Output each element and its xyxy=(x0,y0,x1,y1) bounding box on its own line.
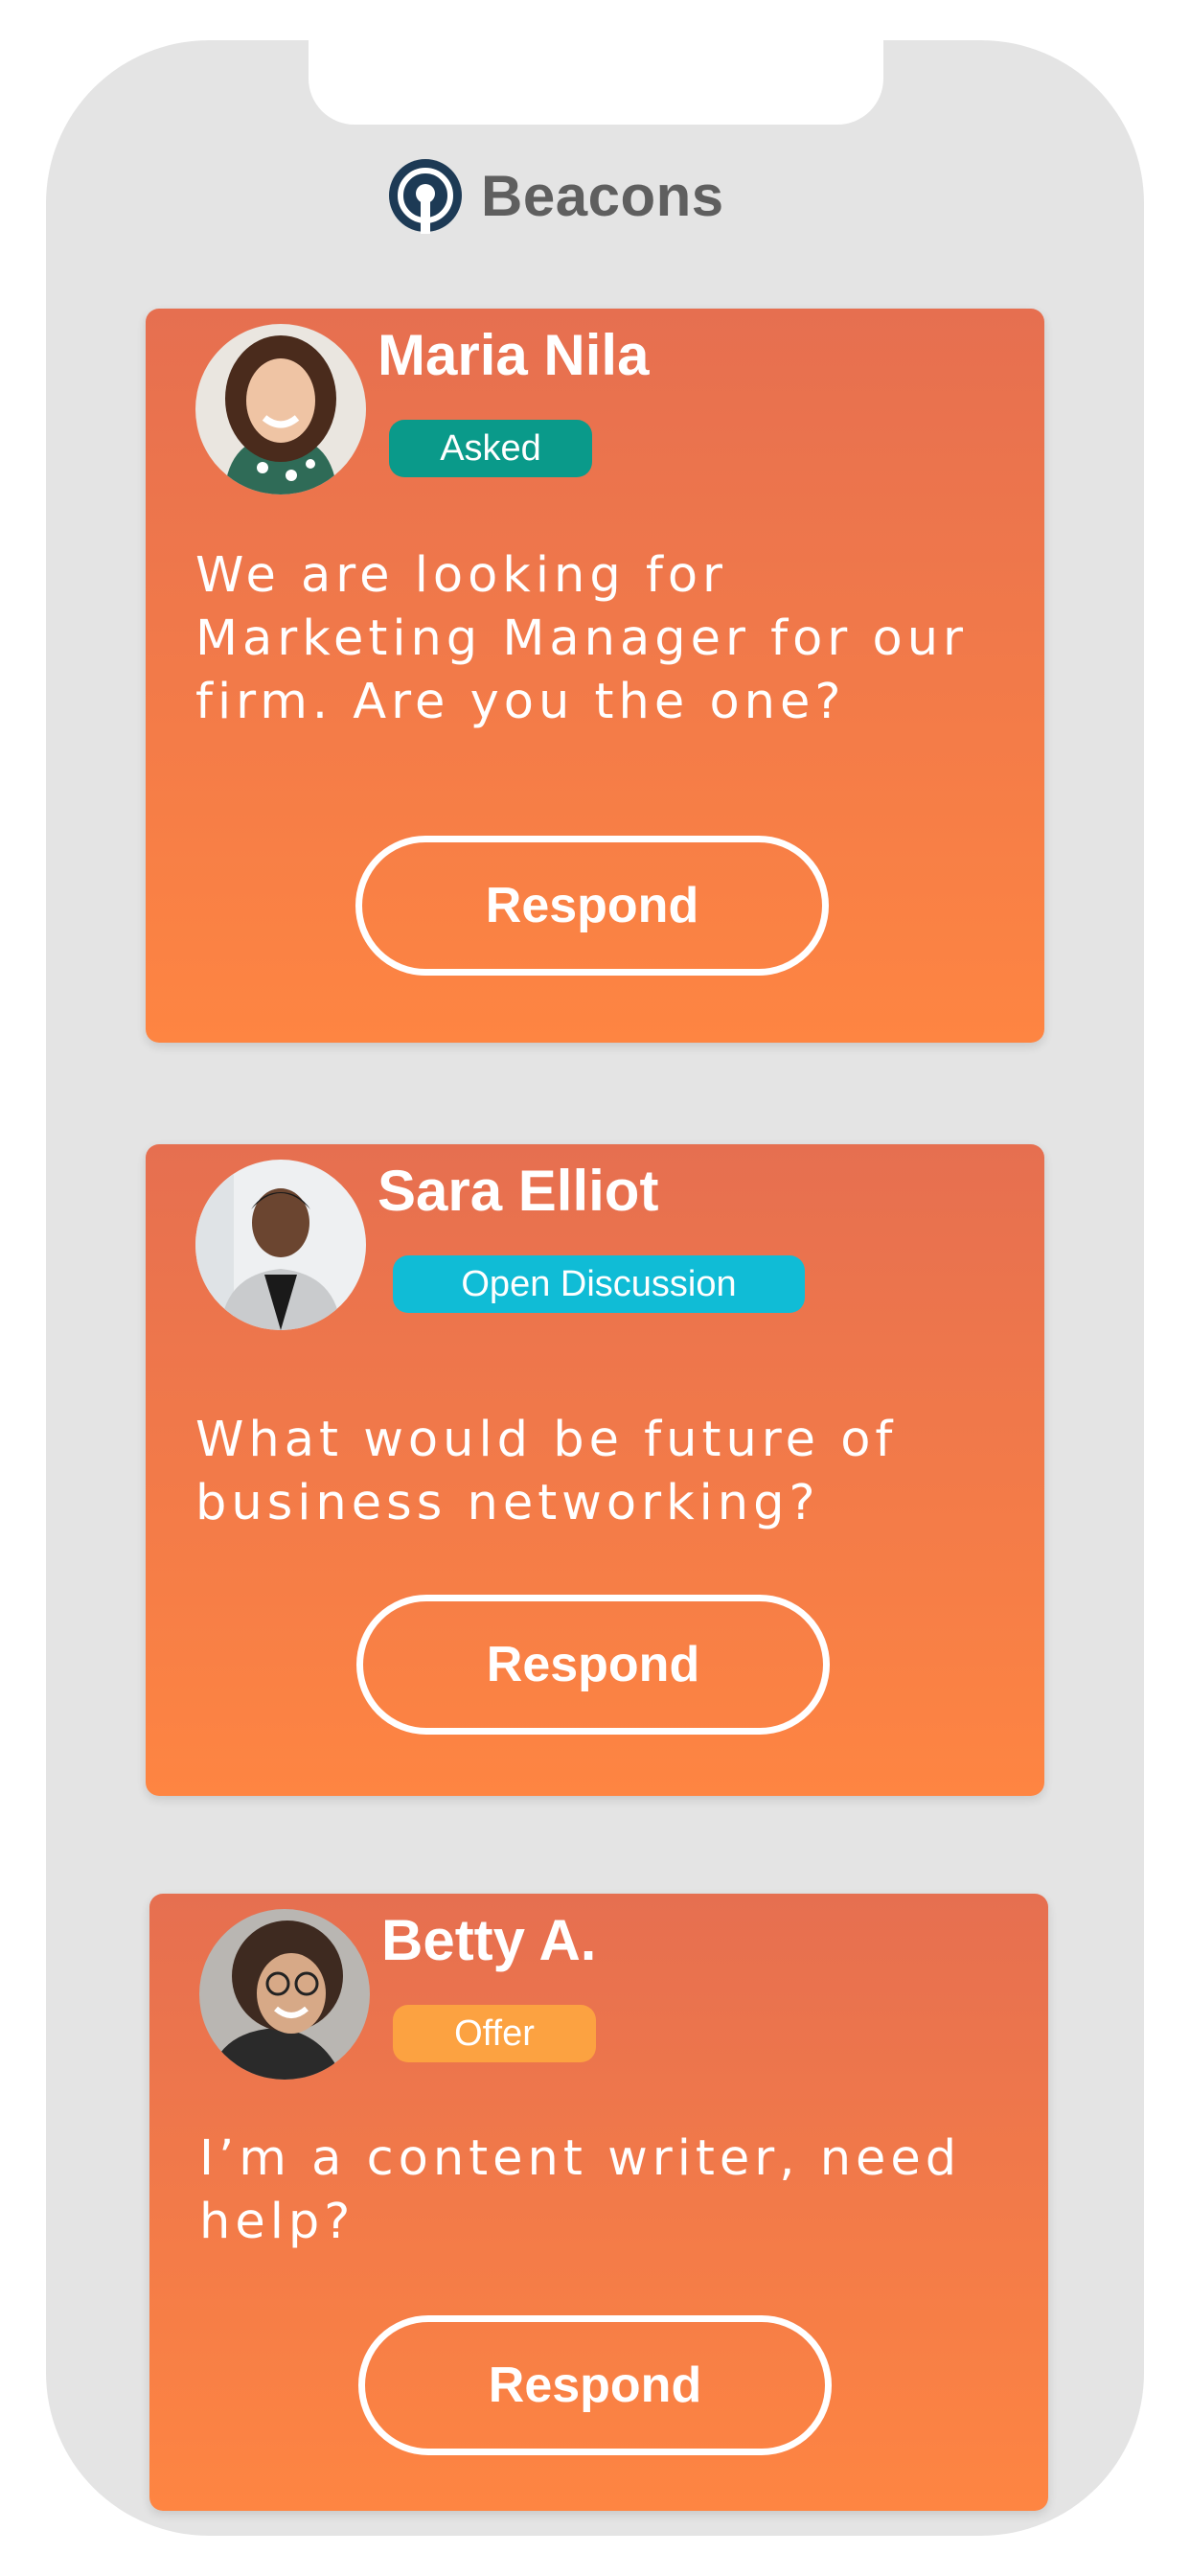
card-message: What would be future of business network… xyxy=(195,1412,898,1531)
status-badge: Asked xyxy=(389,420,592,477)
card-author-name: Betty A. xyxy=(381,1908,597,1972)
avatar xyxy=(195,324,366,494)
beacon-card: Sara Elliot Open Discussion What would b… xyxy=(146,1144,1044,1796)
card-author-name: Maria Nila xyxy=(378,323,650,387)
respond-button[interactable]: Respond xyxy=(358,2315,832,2455)
avatar xyxy=(195,1160,366,1330)
beacon-card: Betty A. Offer I’m a content writer, nee… xyxy=(149,1894,1048,2511)
beacon-card: Maria Nila Asked We are looking for Mark… xyxy=(146,309,1044,1043)
status-badge: Offer xyxy=(393,2005,596,2062)
beacon-logo-icon xyxy=(387,157,464,234)
respond-button[interactable]: Respond xyxy=(355,836,829,976)
phone-notch xyxy=(309,40,883,125)
respond-button[interactable]: Respond xyxy=(356,1595,830,1735)
status-badge: Open Discussion xyxy=(393,1255,805,1313)
app-title: Beacons xyxy=(481,163,724,228)
card-author-name: Sara Elliot xyxy=(378,1159,659,1223)
avatar xyxy=(199,1909,370,2080)
card-message: We are looking for Marketing Manager for… xyxy=(195,547,968,730)
card-message: I’m a content writer, need help? xyxy=(199,2130,962,2250)
app-header: Beacons xyxy=(387,157,724,234)
